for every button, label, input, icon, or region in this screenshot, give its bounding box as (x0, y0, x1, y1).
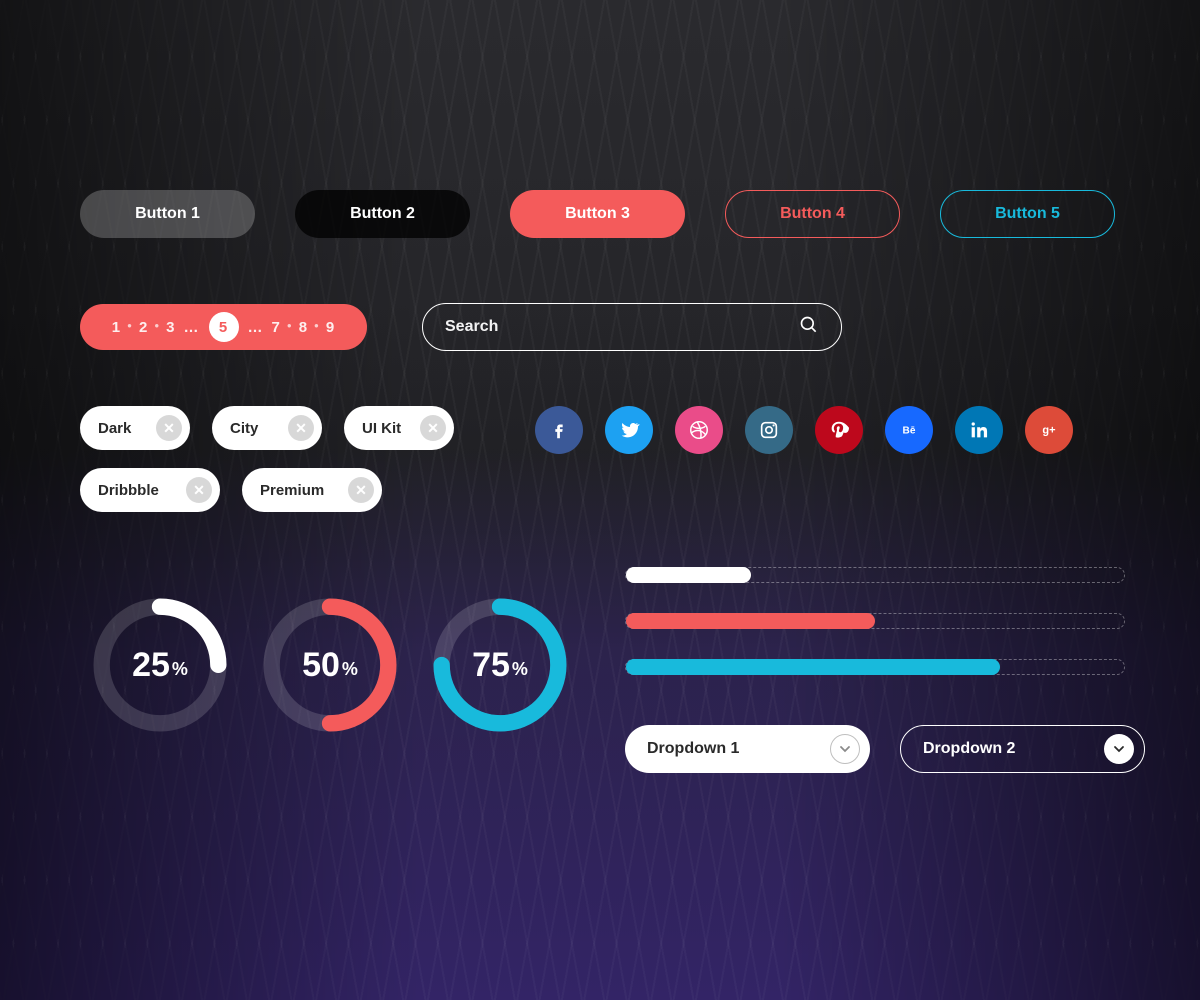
button-5-label: Button 5 (995, 205, 1060, 223)
page-7[interactable]: 7 (269, 319, 284, 336)
svg-text:g+: g+ (1042, 425, 1055, 437)
linkedin-icon[interactable] (955, 406, 1003, 454)
dropdown-1[interactable]: Dropdown 1 (625, 725, 870, 773)
tag-dark[interactable]: Dark ✕ (80, 406, 190, 450)
search-box[interactable] (422, 303, 842, 351)
close-icon[interactable]: ✕ (156, 415, 182, 441)
ring-25-value: 25 (132, 646, 170, 685)
close-icon[interactable]: ✕ (186, 477, 212, 503)
progress-bar-3[interactable] (625, 659, 1125, 675)
button-1[interactable]: Button 1 (80, 190, 255, 238)
button-3-label: Button 3 (565, 205, 630, 223)
button-4-label: Button 4 (780, 205, 845, 223)
pagination-ellipsis-left: … (179, 319, 205, 336)
progress-bar-2[interactable] (625, 613, 1125, 629)
button-2[interactable]: Button 2 (295, 190, 470, 238)
instagram-icon[interactable] (745, 406, 793, 454)
behance-icon[interactable]: Bē (885, 406, 933, 454)
dribbble-icon[interactable] (675, 406, 723, 454)
tag-dribbble[interactable]: Dribbble ✕ (80, 468, 220, 512)
tag-premium[interactable]: Premium ✕ (242, 468, 382, 512)
chevron-down-icon (1104, 734, 1134, 764)
percent-sign: % (512, 659, 528, 680)
progress-bars (625, 567, 1145, 675)
facebook-icon[interactable] (535, 406, 583, 454)
percent-sign: % (172, 659, 188, 680)
button-4[interactable]: Button 4 (725, 190, 900, 238)
ring-50: 50% (260, 595, 400, 735)
search-input[interactable] (445, 318, 799, 336)
tag-label: Dribbble (98, 482, 159, 499)
tag-label: City (230, 420, 258, 437)
button-5[interactable]: Button 5 (940, 190, 1115, 238)
tag-label: UI Kit (362, 420, 401, 437)
page-2[interactable]: 2 (136, 319, 151, 336)
tag-uikit[interactable]: UI Kit ✕ (344, 406, 454, 450)
button-row: Button 1 Button 2 Button 3 Button 4 Butt… (80, 190, 1120, 238)
percent-sign: % (342, 659, 358, 680)
search-icon[interactable] (799, 315, 819, 340)
close-icon[interactable]: ✕ (348, 477, 374, 503)
close-icon[interactable]: ✕ (420, 415, 446, 441)
tag-group: Dark ✕ City ✕ UI Kit ✕ Dribbble ✕ Premium ✕ (80, 406, 480, 512)
page-active[interactable]: 5 (209, 312, 239, 342)
google-plus-icon[interactable]: g+ (1025, 406, 1073, 454)
social-row: Bē g+ (535, 406, 1073, 512)
pagination-ellipsis-right: … (243, 319, 269, 336)
page-3[interactable]: 3 (163, 319, 178, 336)
dropdown-2[interactable]: Dropdown 2 (900, 725, 1145, 773)
ring-25: 25% (90, 595, 230, 735)
tag-label: Dark (98, 420, 131, 437)
svg-text:Bē: Bē (903, 426, 916, 437)
progress-bar-1[interactable] (625, 567, 1125, 583)
button-3[interactable]: Button 3 (510, 190, 685, 238)
dropdown-1-label: Dropdown 1 (647, 740, 739, 758)
page-8[interactable]: 8 (296, 319, 311, 336)
pagination[interactable]: 1● 2● 3 … 5 … 7● 8● 9 (80, 304, 367, 350)
progress-rings: 25% 50% 75% (80, 557, 570, 773)
page-9[interactable]: 9 (323, 319, 338, 336)
tag-label: Premium (260, 482, 324, 499)
tag-city[interactable]: City ✕ (212, 406, 322, 450)
ring-75: 75% (430, 595, 570, 735)
pinterest-icon[interactable] (815, 406, 863, 454)
twitter-icon[interactable] (605, 406, 653, 454)
chevron-down-icon (830, 734, 860, 764)
ring-75-value: 75 (472, 646, 510, 685)
dropdown-2-label: Dropdown 2 (923, 740, 1015, 758)
ring-50-value: 50 (302, 646, 340, 685)
page-1[interactable]: 1 (109, 319, 124, 336)
button-2-label: Button 2 (350, 205, 415, 223)
button-1-label: Button 1 (135, 205, 200, 223)
close-icon[interactable]: ✕ (288, 415, 314, 441)
